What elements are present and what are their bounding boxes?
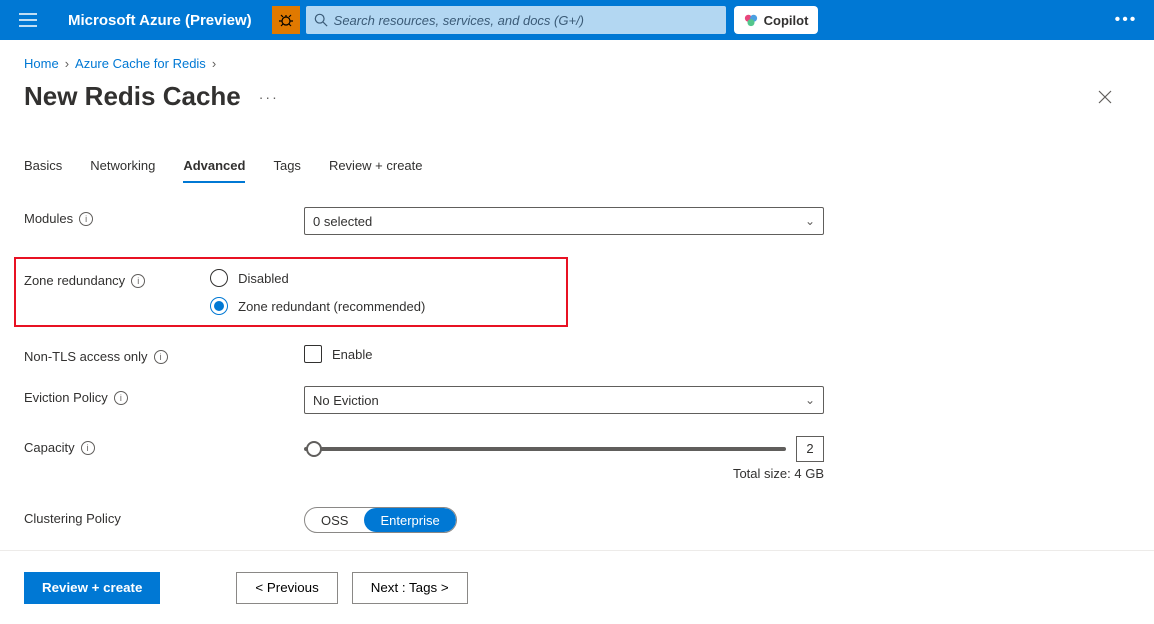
label-clustering-text: Clustering Policy [24,511,121,526]
breadcrumb-parent[interactable]: Azure Cache for Redis [75,56,206,71]
eviction-value: No Eviction [313,393,379,408]
label-capacity: Capacity i [24,436,304,455]
search-icon [314,13,328,27]
slider-thumb[interactable] [306,441,322,457]
tab-tags[interactable]: Tags [273,158,300,183]
modules-dropdown[interactable]: 0 selected ⌄ [304,207,824,235]
title-more-icon[interactable]: ··· [259,89,279,105]
radio-disabled-label: Disabled [238,271,289,286]
more-icon[interactable]: ••• [1106,11,1146,29]
bug-icon[interactable] [272,6,300,34]
modules-value: 0 selected [313,214,372,229]
row-non-tls: Non-TLS access only i Enable [24,345,1130,364]
info-icon[interactable]: i [81,441,95,455]
tabs: Basics Networking Advanced Tags Review +… [24,158,1130,183]
label-clustering: Clustering Policy [24,507,304,526]
footer: Review + create < Previous Next : Tags > [0,550,1154,624]
radio-redundant-label: Zone redundant (recommended) [238,299,425,314]
eviction-dropdown[interactable]: No Eviction ⌄ [304,386,824,414]
previous-button[interactable]: < Previous [236,572,337,604]
close-icon[interactable] [1096,88,1114,106]
tab-networking[interactable]: Networking [90,158,155,183]
info-icon[interactable]: i [114,391,128,405]
info-icon[interactable]: i [154,350,168,364]
checkbox-icon [304,345,322,363]
capacity-slider[interactable]: 2 [304,436,824,462]
zone-redundancy-radio-group: Disabled Zone redundant (recommended) [210,269,566,315]
radio-icon [210,297,228,315]
slider-track[interactable] [304,447,786,451]
seg-oss[interactable]: OSS [305,508,364,532]
breadcrumb: Home › Azure Cache for Redis › [0,40,1154,75]
top-bar: Microsoft Azure (Preview) Search resourc… [0,0,1154,40]
row-capacity: Capacity i 2 Total size: 4 GB [24,436,1130,481]
row-clustering: Clustering Policy OSS Enterprise [24,507,1130,533]
info-icon[interactable]: i [79,212,93,226]
tab-review[interactable]: Review + create [329,158,423,183]
chevron-down-icon: ⌄ [805,393,815,407]
search-placeholder: Search resources, services, and docs (G+… [334,13,584,28]
label-modules-text: Modules [24,211,73,226]
copilot-button[interactable]: Copilot [734,6,819,34]
copilot-icon [744,13,758,27]
breadcrumb-home[interactable]: Home [24,56,59,71]
hamburger-menu-icon[interactable] [8,13,48,27]
capacity-total-label: Total size: 4 GB [304,466,824,481]
label-capacity-text: Capacity [24,440,75,455]
copilot-label: Copilot [764,13,809,28]
seg-enterprise[interactable]: Enterprise [364,508,455,532]
brand-label[interactable]: Microsoft Azure (Preview) [68,12,252,29]
chevron-down-icon: ⌄ [805,214,815,228]
tab-advanced[interactable]: Advanced [183,158,245,183]
title-row: New Redis Cache ··· [0,75,1154,122]
review-create-button[interactable]: Review + create [24,572,160,604]
label-zone-redundancy-text: Zone redundancy [24,273,125,288]
label-modules: Modules i [24,207,304,226]
chevron-right-icon: › [65,56,69,71]
row-zone-redundancy: Zone redundancy i Disabled Zone redundan… [24,269,566,315]
row-modules: Modules i 0 selected ⌄ [24,207,1130,235]
page-title: New Redis Cache [24,81,241,112]
form-content: Basics Networking Advanced Tags Review +… [0,158,1154,550]
clustering-segmented: OSS Enterprise [304,507,457,533]
row-eviction: Eviction Policy i No Eviction ⌄ [24,386,1130,414]
capacity-value[interactable]: 2 [796,436,824,462]
label-non-tls-text: Non-TLS access only [24,349,148,364]
tab-basics[interactable]: Basics [24,158,62,183]
zone-redundancy-highlight: Zone redundancy i Disabled Zone redundan… [14,257,568,327]
label-non-tls: Non-TLS access only i [24,345,304,364]
search-input[interactable]: Search resources, services, and docs (G+… [306,6,726,34]
radio-icon [210,269,228,287]
scroll-area[interactable]: Basics Networking Advanced Tags Review +… [0,132,1154,550]
label-eviction-text: Eviction Policy [24,390,108,405]
radio-disabled[interactable]: Disabled [210,269,566,287]
radio-zone-redundant[interactable]: Zone redundant (recommended) [210,297,566,315]
label-zone-redundancy: Zone redundancy i [24,269,210,288]
next-button[interactable]: Next : Tags > [352,572,468,604]
non-tls-option-label: Enable [332,347,372,362]
info-icon[interactable]: i [131,274,145,288]
non-tls-checkbox[interactable]: Enable [304,345,824,363]
label-eviction: Eviction Policy i [24,386,304,405]
chevron-right-icon: › [212,56,216,71]
